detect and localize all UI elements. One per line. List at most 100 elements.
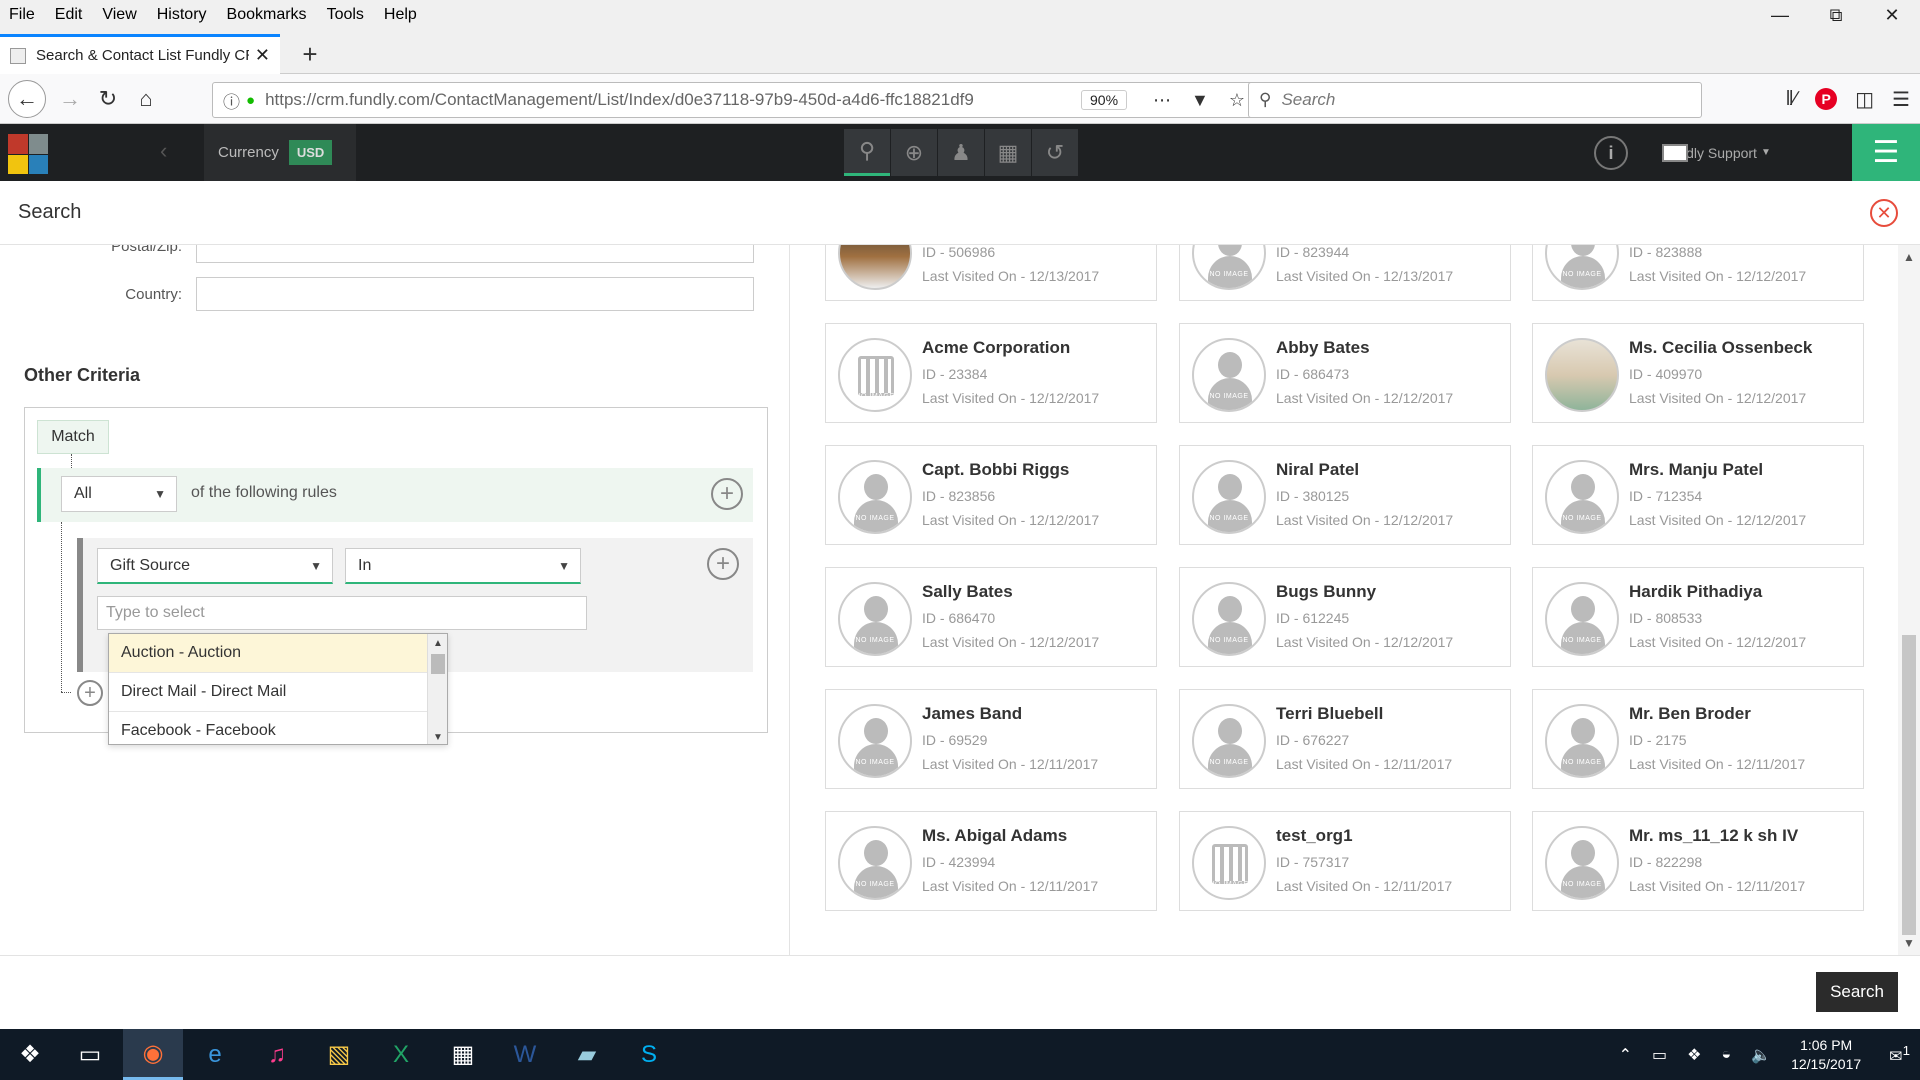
collapse-sidebar-icon[interactable]: ‹ <box>160 138 167 164</box>
menu-help[interactable]: Help <box>374 6 427 24</box>
firefox-icon[interactable]: ◉ <box>123 1029 183 1080</box>
dropdown-option[interactable]: Auction - Auction <box>109 634 427 673</box>
contact-card[interactable]: NO IMAGE Mrs. Manju Patel ID - 712354 Last … <box>1532 445 1864 545</box>
wifi-icon[interactable]: ◒ <box>1722 1046 1732 1064</box>
contact-card[interactable]: NO IMAGE ID - 823944 Last Visited On - 12/… <box>1179 245 1511 301</box>
match-button[interactable]: Match <box>37 420 109 454</box>
contact-card[interactable]: NO IMAGE Abby Bates ID - 686473 Last Visite… <box>1179 323 1511 423</box>
url-text[interactable]: https://crm.fundly.com/ContactManagement… <box>265 90 1081 110</box>
close-window-icon[interactable]: ✕ <box>1864 0 1920 30</box>
url-bar[interactable]: ⓘ ● https://crm.fundly.com/ContactManage… <box>212 82 1256 118</box>
app-logo[interactable] <box>8 134 48 174</box>
batch-icon[interactable]: ▦ <box>985 129 1031 176</box>
operator-select[interactable]: In ▼ <box>345 548 581 584</box>
menu-tools[interactable]: Tools <box>317 6 374 24</box>
windows-start-icon[interactable]: ❖ <box>0 1029 60 1080</box>
info-icon[interactable]: i <box>1594 136 1628 170</box>
hamburger-menu-icon[interactable]: ☰ <box>1892 87 1910 112</box>
page-actions-icon[interactable]: ⋯ <box>1153 90 1171 111</box>
dropdown-option[interactable]: Facebook - Facebook <box>109 712 427 744</box>
contact-person-icon[interactable]: ♟ <box>938 129 984 176</box>
contact-id: ID - 409970 <box>1629 366 1703 382</box>
forward-arrow-icon[interactable]: → <box>52 82 88 116</box>
user-menu[interactable]: Fundly Support ▼ <box>1662 124 1828 181</box>
add-rule-icon[interactable]: + <box>707 548 739 580</box>
contact-card[interactable]: NO IMAGE Terri Bluebell ID - 676227 Last Vi… <box>1179 689 1511 789</box>
notes-app-icon[interactable]: ▰ <box>557 1029 617 1080</box>
tray-expand-icon[interactable]: ⌃ <box>1619 1045 1632 1065</box>
results-scrollbar[interactable]: ▲ ▼ <box>1898 245 1920 955</box>
contact-card[interactable]: NO IMAGE Sally Bates ID - 686470 Last Visit… <box>825 567 1157 667</box>
close-tab-icon[interactable]: ✕ <box>255 45 270 66</box>
contact-card[interactable]: NO IMAGE Mr. Ben Broder ID - 2175 Last Visi… <box>1532 689 1864 789</box>
postal-input[interactable] <box>196 245 754 263</box>
contact-card[interactable]: ID - 506986 Last Visited On - 12/13/2017 <box>825 245 1157 301</box>
word-icon[interactable]: W <box>495 1029 555 1080</box>
history-icon[interactable]: ↺ <box>1032 129 1078 176</box>
contact-card[interactable]: NO IMAGE Bugs Bunny ID - 612245 Last Visite… <box>1179 567 1511 667</box>
menu-bookmarks[interactable]: Bookmarks <box>217 6 317 24</box>
contact-card[interactable]: NO IMAGE James Band ID - 69529 Last Visited… <box>825 689 1157 789</box>
reload-icon[interactable]: ↻ <box>90 82 126 116</box>
task-view-icon[interactable]: ▭ <box>60 1029 120 1080</box>
add-icon[interactable]: ⊕ <box>891 129 937 176</box>
volume-icon[interactable]: 🔈 <box>1751 1045 1771 1065</box>
menu-view[interactable]: View <box>92 6 146 24</box>
notifications-icon[interactable]: ✉1 <box>1889 1043 1910 1066</box>
search-button[interactable]: Search <box>1816 972 1898 1012</box>
app-menu-icon[interactable]: ☰ <box>1852 124 1920 181</box>
minimize-icon[interactable]: — <box>1752 0 1808 30</box>
value-multiselect-input[interactable]: Type to select <box>97 596 587 630</box>
battery-icon[interactable]: ▭ <box>1652 1045 1667 1065</box>
contact-card[interactable]: NO IMAGE Niral Patel ID - 380125 Last Visit… <box>1179 445 1511 545</box>
scroll-down-icon[interactable]: ▼ <box>428 728 447 744</box>
excel-icon[interactable]: X <box>371 1029 431 1080</box>
sidebar-icon[interactable]: ◫ <box>1855 87 1874 112</box>
new-tab-icon[interactable]: + <box>290 34 330 74</box>
contact-card[interactable]: Ms. Cecilia Ossenbeck ID - 409970 Last Vis… <box>1532 323 1864 423</box>
calculator-icon[interactable]: ▦ <box>433 1029 493 1080</box>
itunes-icon[interactable]: ♫ <box>247 1029 307 1080</box>
restore-icon[interactable]: ⧉ <box>1808 0 1864 30</box>
file-explorer-icon[interactable]: ▧ <box>309 1029 369 1080</box>
scroll-up-icon[interactable]: ▲ <box>1898 247 1920 267</box>
system-clock[interactable]: 1:06 PM 12/15/2017 <box>1791 1036 1861 1074</box>
contact-card[interactable]: NO IMAGE Hardik Pithadiya ID - 808533 Last … <box>1532 567 1864 667</box>
currency-selector[interactable]: Currency USD <box>204 124 356 181</box>
scroll-up-icon[interactable]: ▲ <box>428 634 447 652</box>
contact-card[interactable]: NO IMAGE Mr. ms_11_12 k sh IV ID - 822298 L… <box>1532 811 1864 911</box>
browser-tab[interactable]: Search & Contact List Fundly CRM ✕ <box>0 34 280 74</box>
country-input[interactable] <box>196 277 754 311</box>
pinterest-icon[interactable]: P <box>1815 88 1838 110</box>
contact-card[interactable]: NO IMAGE Capt. Bobbi Riggs ID - 823856 Last… <box>825 445 1157 545</box>
menu-history[interactable]: History <box>147 6 217 24</box>
edge-icon[interactable]: e <box>185 1029 245 1080</box>
menu-edit[interactable]: Edit <box>45 6 93 24</box>
close-panel-icon[interactable]: ✕ <box>1870 199 1898 227</box>
contact-card[interactable]: NO IMAGE ID - 823888 Last Visited On - 12/… <box>1532 245 1864 301</box>
home-icon[interactable]: ⌂ <box>128 82 164 116</box>
site-info-icon[interactable]: ⓘ <box>223 88 240 113</box>
dropdown-scrollbar[interactable]: ▲ ▼ <box>427 634 447 744</box>
dropbox-icon[interactable]: ❖ <box>1687 1045 1701 1065</box>
menu-file[interactable]: File <box>0 6 45 24</box>
contact-card[interactable]: NO IMAGE Acme Corporation ID - 23384 Last V… <box>825 323 1157 423</box>
dropdown-option[interactable]: Direct Mail - Direct Mail <box>109 673 427 712</box>
zoom-level[interactable]: 90% <box>1081 90 1128 110</box>
scroll-thumb[interactable] <box>1902 635 1916 935</box>
match-type-select[interactable]: All ▼ <box>61 476 177 512</box>
pocket-icon[interactable]: ▼ <box>1191 90 1209 111</box>
back-arrow-icon[interactable]: ← <box>8 80 46 118</box>
skype-icon[interactable]: S <box>619 1029 679 1080</box>
scroll-down-icon[interactable]: ▼ <box>1898 933 1920 953</box>
bookmark-star-icon[interactable]: ☆ <box>1229 90 1245 111</box>
add-rule-group-icon[interactable]: + <box>711 478 743 510</box>
field-select[interactable]: Gift Source ▼ <box>97 548 333 584</box>
add-subrule-icon[interactable]: + <box>77 680 103 706</box>
browser-search-input[interactable]: ⚲ Search <box>1248 82 1702 118</box>
library-icon[interactable]: ‖∕ <box>1786 88 1798 111</box>
contact-card[interactable]: NO IMAGE test_org1 ID - 757317 Last Visited… <box>1179 811 1511 911</box>
contact-card[interactable]: NO IMAGE Ms. Abigal Adams ID - 423994 Last … <box>825 811 1157 911</box>
scroll-thumb[interactable] <box>431 654 445 674</box>
header-search-icon[interactable]: ⚲ <box>844 129 890 176</box>
